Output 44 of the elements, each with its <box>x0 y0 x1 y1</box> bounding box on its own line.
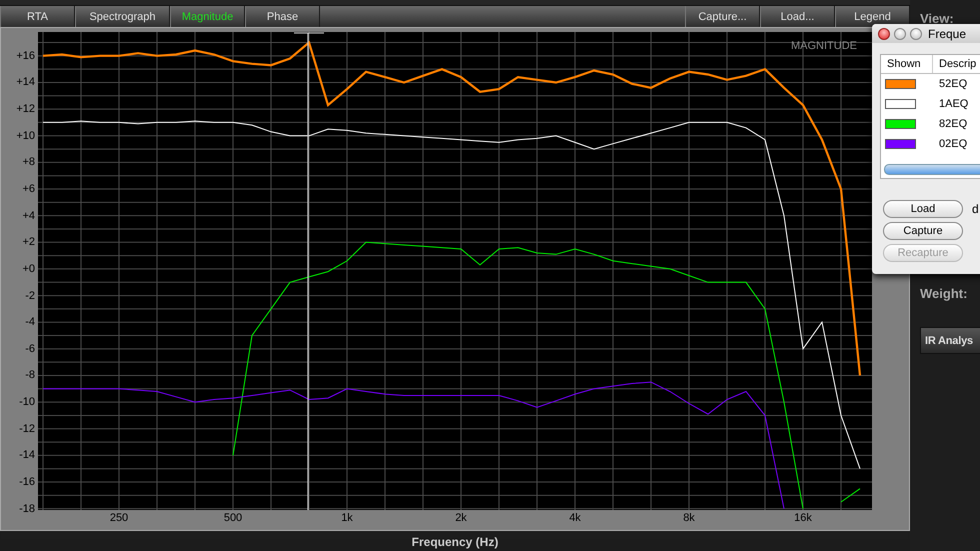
axis-label: +2 <box>22 235 35 250</box>
zoom-button[interactable] <box>910 28 922 40</box>
window-title: Freque <box>928 26 966 40</box>
window-button[interactable]: Capture <box>883 222 963 240</box>
axis-label: -18 <box>19 502 35 516</box>
label-text: d <box>972 202 979 216</box>
axis-label: 16k <box>794 512 812 524</box>
ir-analysis-button[interactable]: IR Analys <box>920 327 980 354</box>
column-header[interactable]: Descrip <box>933 55 976 73</box>
axis-label: +14 <box>16 75 35 90</box>
axis-label: -4 <box>25 315 35 330</box>
axis-label: +8 <box>22 155 35 170</box>
axis-label: -6 <box>25 342 35 356</box>
axis-label: 250 <box>110 512 128 524</box>
weight-label: Weight: <box>920 286 968 301</box>
table-cell-text: 1AEQ <box>938 98 968 110</box>
axis-label: -12 <box>19 422 35 436</box>
axis-label: 8k <box>683 512 695 524</box>
axis-label: -2 <box>25 288 35 303</box>
window-button[interactable]: Load <box>883 200 963 218</box>
table-cell-text: 82EQ <box>938 118 968 130</box>
axis-label: -8 <box>25 368 35 382</box>
axis-label: 4k <box>569 512 581 524</box>
close-button[interactable] <box>878 28 890 40</box>
table-cell-text: 02EQ <box>938 138 968 150</box>
minimize-button[interactable] <box>894 28 906 40</box>
axis-label: +12 <box>16 102 35 116</box>
axis-title: Frequency (Hz) <box>410 534 500 549</box>
axis-label: +10 <box>16 128 35 143</box>
plot-title: MAGNITUDE <box>791 40 857 52</box>
axis-label: -14 <box>19 448 35 462</box>
axis-label: -16 <box>19 475 35 490</box>
axis-label: +16 <box>16 48 35 63</box>
axis-label: 500 <box>224 512 242 524</box>
scrollbar[interactable] <box>884 164 980 175</box>
axis-label: +4 <box>22 208 35 223</box>
column-header[interactable]: Shown <box>881 55 933 73</box>
axis-label: -10 <box>19 395 35 410</box>
axis-label: +0 <box>22 262 35 276</box>
axis-label: +6 <box>22 182 35 196</box>
axis-label: 2k <box>455 512 467 524</box>
view-label: View: <box>920 11 954 26</box>
axis-label: 1k <box>341 512 353 524</box>
table-cell-text: 52EQ <box>938 78 968 90</box>
